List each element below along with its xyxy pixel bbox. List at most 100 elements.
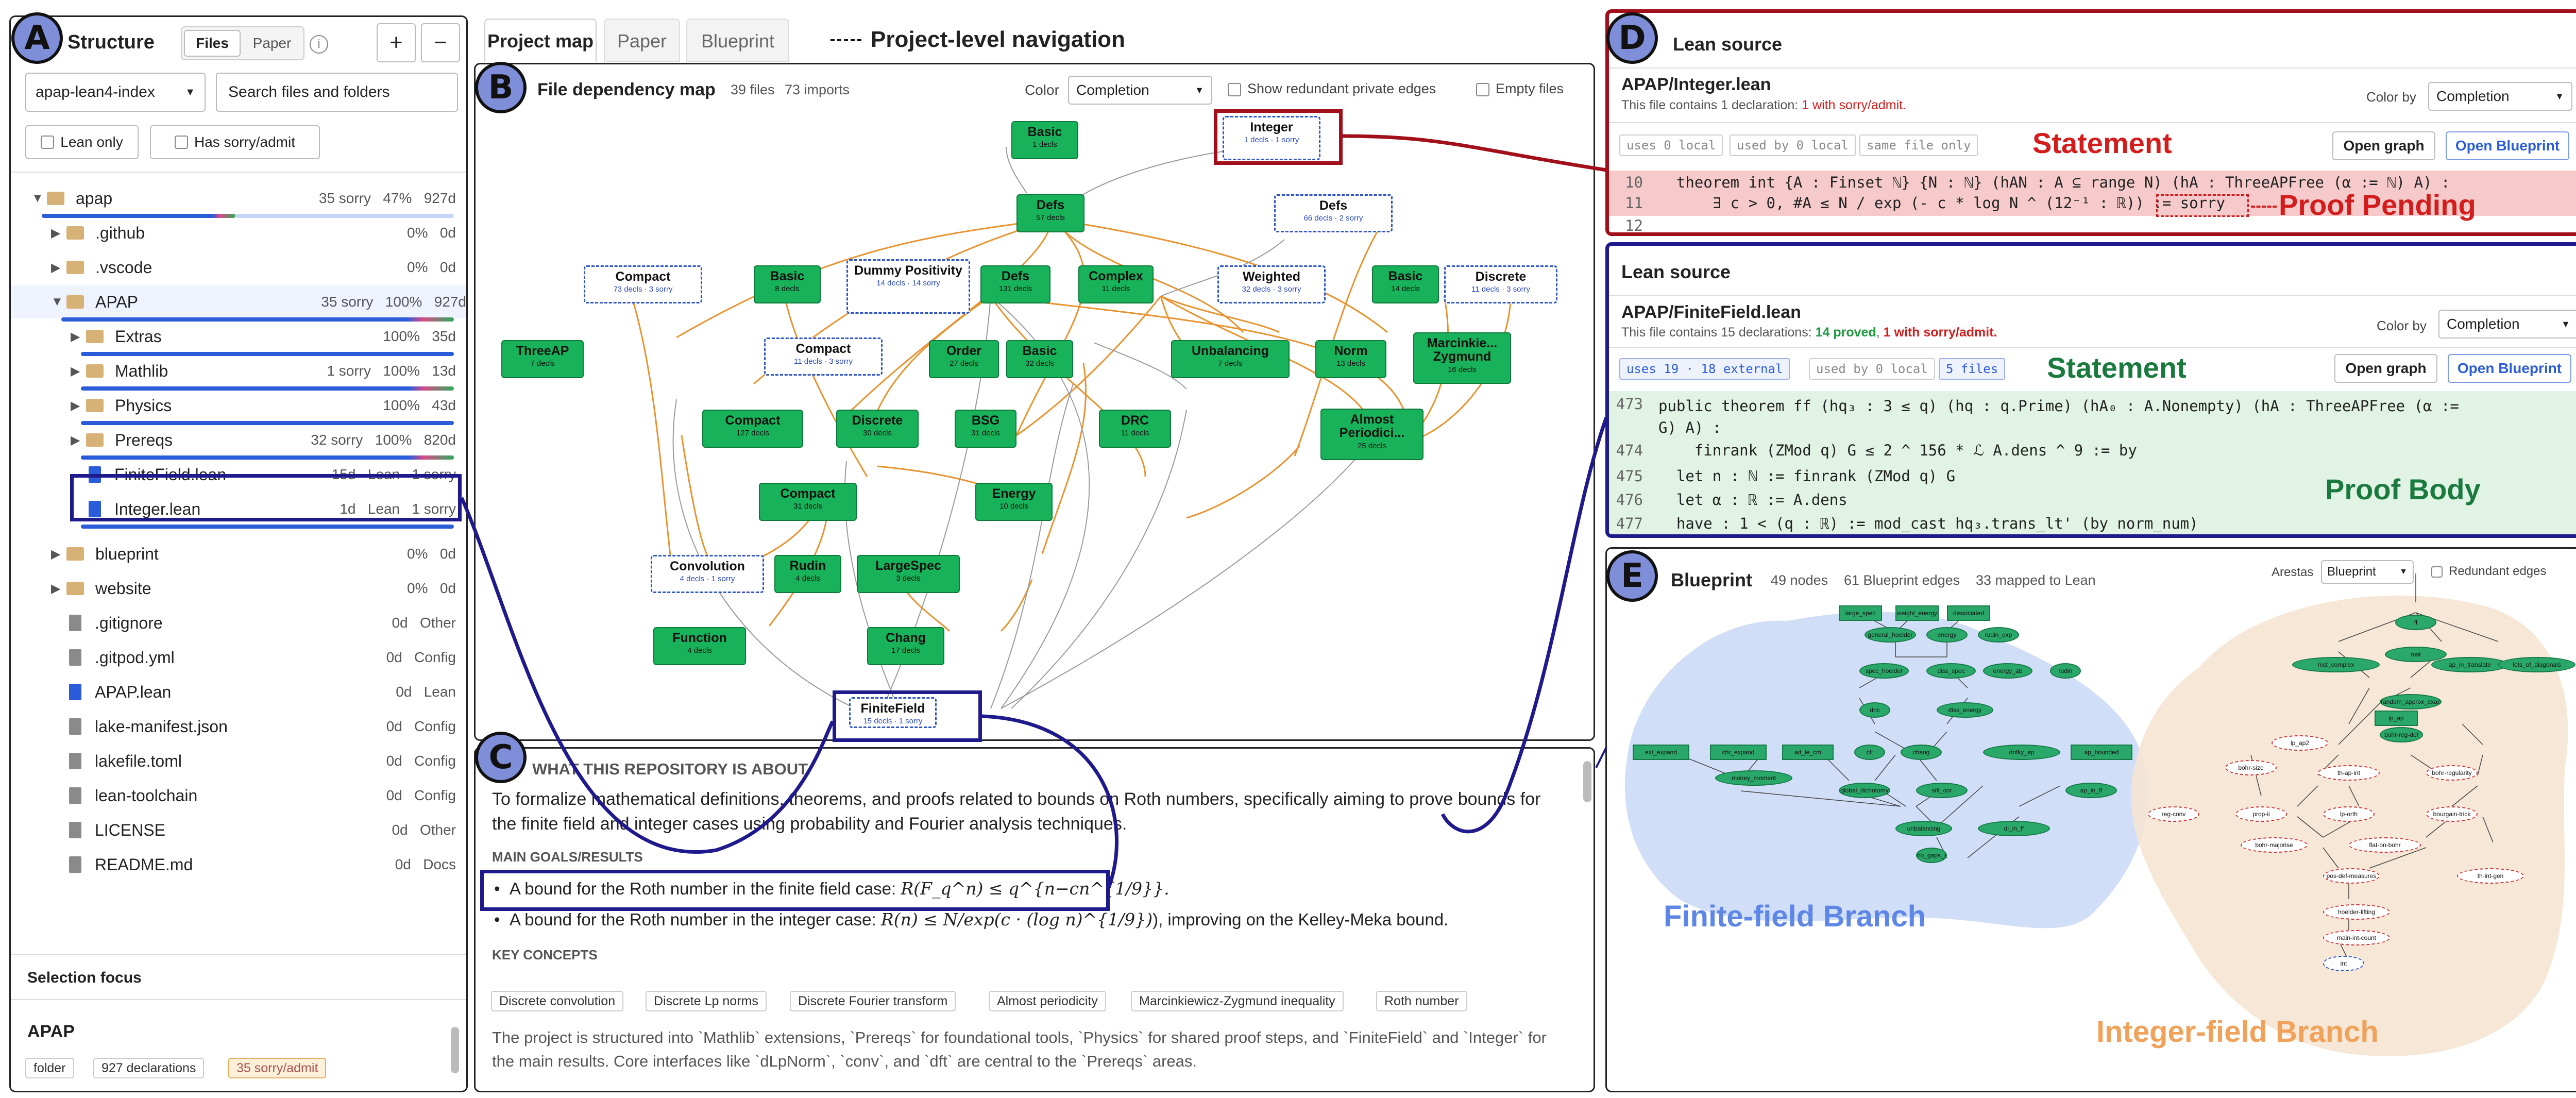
blueprint-node[interactable]: no_gaps_sign_prop: [1916, 848, 1947, 863]
dep-node[interactable]: Chang 17 decls: [867, 627, 944, 665]
dep-node[interactable]: DRC 11 decls: [1099, 410, 1171, 448]
dep-node[interactable]: Basic 1 decls: [1011, 121, 1078, 159]
blueprint-node[interactable]: hoelder-lifting: [2323, 904, 2390, 920]
blueprint-node[interactable]: general_hoelder: [1865, 627, 1916, 643]
dep-node[interactable]: Discrete 11 decls · 3 sorry: [1444, 265, 1557, 303]
tree-file[interactable]: .gitignore 0d Other: [31, 606, 456, 639]
tree-folder[interactable]: ▼ apap 35 sorry 47% 927d: [31, 182, 456, 215]
tab-files[interactable]: Files: [184, 30, 241, 57]
blueprint-node[interactable]: global_dichotomy: [1839, 783, 1890, 798]
blueprint-node[interactable]: reg-conv: [2148, 806, 2199, 822]
blueprint-node[interactable]: dnfky_ap: [1983, 745, 2060, 760]
dep-node[interactable]: ThreeAP 7 decls: [501, 340, 584, 378]
chevron-right-icon[interactable]: ▶: [51, 547, 66, 562]
dep-node[interactable]: BSG 31 decls: [955, 410, 1016, 448]
blueprint-node[interactable]: flat-on-bohr: [2349, 837, 2421, 853]
blueprint-node[interactable]: spec_hoelder: [1859, 663, 1909, 679]
tree-file[interactable]: lake-manifest.json 0d Config: [31, 710, 456, 743]
open-graph-button[interactable]: Open graph: [2332, 131, 2435, 160]
blueprint-node[interactable]: bohr-regularity: [2426, 765, 2478, 781]
concept-chip[interactable]: Discrete Fourier transform: [790, 991, 956, 1011]
blueprint-node[interactable]: unbalancing: [1895, 821, 1952, 836]
blueprint-node[interactable]: ff: [2395, 615, 2436, 630]
blueprint-node[interactable]: int: [2323, 956, 2364, 971]
blueprint-node[interactable]: chr_expand: [1710, 745, 1767, 760]
blueprint-node[interactable]: mst: [2385, 647, 2447, 662]
blueprint-node[interactable]: pos-def-measures: [2323, 868, 2380, 884]
dep-node[interactable]: Basic 14 decls: [1372, 265, 1439, 303]
filter-has-sorry[interactable]: Has sorry/admit: [150, 125, 320, 159]
blueprint-node[interactable]: lots_of_diagonals: [2498, 657, 2575, 672]
tree-file[interactable]: .gitpod.yml 0d Config: [31, 641, 456, 674]
repo-select[interactable]: apap-lean4-index ▼: [25, 73, 206, 112]
blueprint-node[interactable]: random_approx_exact: [2380, 694, 2442, 710]
blueprint-node[interactable]: th-ap-int: [2318, 765, 2380, 781]
dep-node[interactable]: Complex 11 decls: [1078, 265, 1154, 303]
dep-node[interactable]: Convolution 4 decls · 1 sorry: [651, 555, 764, 593]
tree-file[interactable]: lakefile.toml 0d Config: [31, 745, 456, 778]
blueprint-node[interactable]: energy: [1926, 627, 1968, 643]
tree-folder[interactable]: ▶ blueprint 0% 0d: [31, 537, 456, 570]
tree-folder[interactable]: ▶ Prereqs 32 sorry 100% 820d: [31, 424, 456, 457]
blueprint-node[interactable]: mst_complex: [2292, 657, 2380, 672]
dep-node[interactable]: Basic 32 decls: [1006, 340, 1073, 378]
blueprint-node[interactable]: bohr-size: [2225, 760, 2277, 775]
tree-file[interactable]: LICENSE 0d Other: [31, 814, 456, 847]
concept-chip[interactable]: Roth number: [1376, 991, 1467, 1011]
chevron-right-icon[interactable]: ▶: [51, 226, 66, 241]
blueprint-node[interactable]: bourgain-trick: [2426, 806, 2478, 822]
dep-node[interactable]: Discrete 30 decls: [836, 410, 919, 448]
dep-node[interactable]: Function 4 decls: [653, 627, 746, 665]
tree-file[interactable]: APAP.lean 0d Lean: [31, 675, 456, 708]
search-input[interactable]: Search files and folders: [216, 73, 458, 112]
dep-node[interactable]: Compact 11 decls · 3 sorry: [764, 337, 883, 376]
chevron-right-icon[interactable]: ▶: [71, 329, 86, 344]
scrollbar[interactable]: [451, 1027, 459, 1073]
dep-node[interactable]: Energy 10 decls: [975, 483, 1053, 521]
chevron-right-icon[interactable]: ▶: [71, 398, 86, 413]
blueprint-node[interactable]: diss_energy: [1937, 702, 1993, 718]
blueprint-node[interactable]: ad_le_cm: [1782, 745, 1834, 760]
chevron-right-icon[interactable]: ▶: [71, 433, 86, 448]
concept-chip[interactable]: Marcinkiewicz-Zygmund inequality: [1131, 991, 1344, 1011]
tab-paper[interactable]: Paper: [244, 30, 300, 57]
dep-node[interactable]: Weighted 32 decls · 3 sorry: [1217, 265, 1326, 303]
tree-file[interactable]: README.md 0d Docs: [31, 848, 456, 881]
tab-blueprint[interactable]: Blueprint: [686, 19, 789, 62]
blueprint-node[interactable]: ap_in_translate: [2431, 657, 2509, 672]
open-graph-button[interactable]: Open graph: [2334, 354, 2437, 383]
open-blueprint-button[interactable]: Open Blueprint: [2446, 131, 2569, 160]
chevron-down-icon[interactable]: ▼: [31, 191, 47, 206]
lean2-color-select[interactable]: Completion ▼: [2438, 310, 2576, 339]
blueprint-node[interactable]: th-int-gen: [2457, 868, 2524, 884]
lean1-color-select[interactable]: Completion ▼: [2428, 82, 2572, 111]
blueprint-node[interactable]: rudin_exp: [1978, 627, 2019, 643]
chevron-down-icon[interactable]: ▼: [51, 295, 66, 309]
tree-folder[interactable]: ▶ Mathlib 1 sorry 100% 13d: [31, 354, 456, 387]
expand-all-button[interactable]: +: [377, 23, 416, 62]
dep-node[interactable]: Compact 31 decls: [759, 483, 857, 521]
collapse-all-button[interactable]: −: [421, 23, 460, 62]
chevron-right-icon[interactable]: ▶: [51, 581, 66, 596]
tree-folder[interactable]: ▶ Physics 100% 43d: [31, 389, 456, 422]
blueprint-node[interactable]: energy_ab: [1983, 663, 2032, 679]
info-icon[interactable]: i: [310, 35, 328, 54]
chevron-right-icon[interactable]: ▶: [51, 260, 66, 275]
blueprint-node[interactable]: dnc: [1859, 702, 1890, 718]
concept-chip[interactable]: Discrete convolution: [491, 991, 624, 1011]
dep-node[interactable]: Rudin 4 decls: [774, 555, 841, 593]
blueprint-node[interactable]: lp_ap: [2375, 711, 2418, 726]
blueprint-node[interactable]: cft: [1854, 745, 1885, 760]
dep-node[interactable]: Basic 8 decls: [754, 265, 821, 303]
blueprint-node[interactable]: ap_bounded: [2071, 745, 2132, 760]
blueprint-node[interactable]: diss_spec: [1926, 663, 1976, 679]
tree-folder[interactable]: ▶ .github 0% 0d: [31, 216, 456, 249]
blueprint-node[interactable]: main-int-count: [2323, 930, 2390, 945]
tree-file[interactable]: lean-toolchain 0d Config: [31, 779, 456, 812]
tree-folder[interactable]: ▼ APAP 35 sorry 100% 927d: [11, 285, 466, 318]
blueprint-node[interactable]: sift_cor: [1916, 783, 1968, 798]
tree-folder[interactable]: ▶ Extras 100% 35d: [31, 320, 456, 353]
blueprint-node[interactable]: ap_in_ff: [2065, 783, 2117, 798]
dep-node[interactable]: Dummy Positivity 14 decls · 14 sorry: [846, 259, 970, 314]
concept-chip[interactable]: Discrete Lp norms: [646, 991, 767, 1011]
